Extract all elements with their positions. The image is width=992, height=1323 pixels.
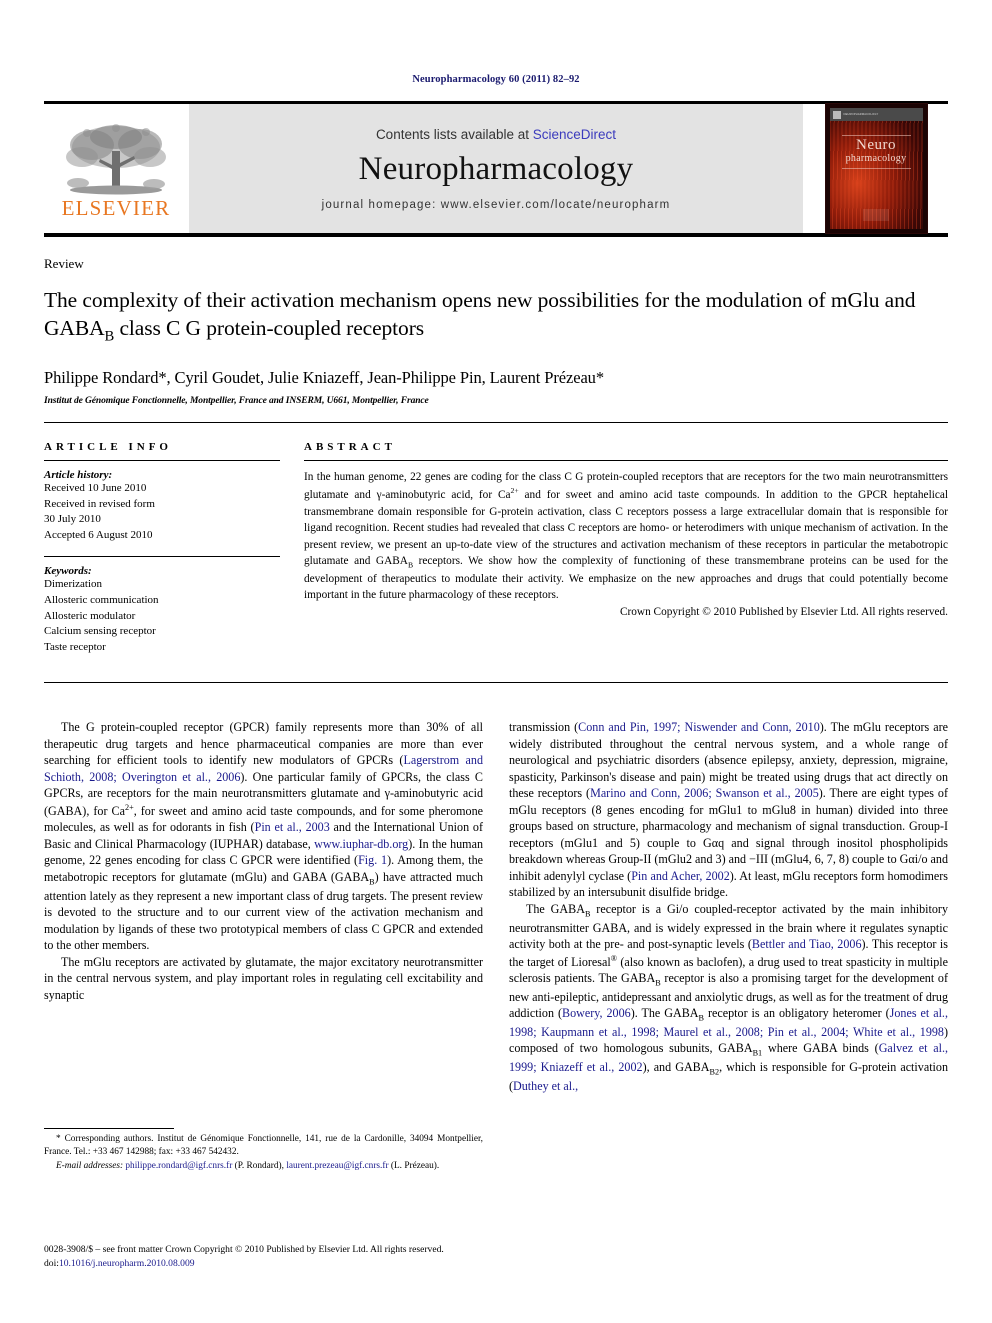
article-history-block: Article history: Received 10 June 2010 R… (44, 469, 280, 543)
cover-art: NEUROPHARMACOLOGY Neuro pharmacology (824, 103, 928, 234)
info-abstract-row: ARTICLE INFO Article history: Received 1… (44, 441, 948, 668)
page-footer: 0028-3908/$ – see front matter Crown Cop… (44, 1243, 644, 1272)
journal-title: Neuropharmacology (358, 150, 634, 187)
text-seg: (P. Rondard), (232, 1160, 287, 1171)
keyword-item: Allosteric communication (44, 594, 159, 607)
cover-topbar-text: NEUROPHARMACOLOGY (843, 113, 879, 116)
running-head: Neuropharmacology 60 (2011) 82–92 (412, 74, 580, 85)
abstract-heading: ABSTRACT (304, 440, 396, 453)
history-line: Accepted 6 August 2010 (44, 528, 153, 541)
cover-publisher-mark (832, 110, 841, 119)
paragraph: The GABAB receptor is a Gi/o coupled-rec… (509, 901, 948, 1094)
cover-rule-top (841, 135, 911, 136)
superscript: 2+ (124, 802, 134, 812)
keywords-rule (44, 556, 280, 558)
footnote-address: * Corresponding authors. Institut de Gén… (44, 1134, 483, 1158)
journal-cover-thumbnail: NEUROPHARMACOLOGY Neuro pharmacology (804, 103, 948, 234)
keyword-item: Calcium sensing receptor (44, 625, 156, 638)
cover-rule-bottom (841, 168, 911, 169)
email-link[interactable]: laurent.prezeau@igf.cnrs.fr (286, 1161, 388, 1171)
page-title: The complexity of their activation mecha… (44, 286, 948, 347)
text-seg: where GABA binds ( (762, 1041, 879, 1056)
subscript: B1 (752, 1048, 763, 1058)
cover-title-line1: Neuro (856, 137, 896, 153)
abstract-superscript: 2+ (510, 486, 519, 496)
cover-topbar: NEUROPHARMACOLOGY (829, 108, 923, 121)
elsevier-tree-icon (66, 123, 166, 194)
doi-prefix: doi: (44, 1258, 59, 1270)
elsevier-logo: ELSEVIER (44, 104, 188, 233)
keyword-item: Taste receptor (44, 640, 106, 653)
paragraph: The mGlu receptors are activated by glut… (44, 954, 483, 1002)
title-part-2: class C G protein-coupled receptors (114, 316, 425, 341)
text-seg: (L. Prézeau). (388, 1160, 440, 1171)
author-list: Philippe Rondard*, Cyril Goudet, Julie K… (44, 367, 604, 387)
paragraph: transmission (Conn and Pin, 1997; Niswen… (509, 719, 948, 901)
text-seg: transmission ( (509, 720, 579, 735)
keywords-label: Keywords: (44, 565, 92, 578)
email-link[interactable]: philippe.rondard@igf.cnrs.fr (125, 1161, 232, 1171)
elsevier-wordmark: ELSEVIER (61, 195, 171, 220)
article-info-heading: ARTICLE INFO (44, 440, 172, 453)
text-seg: The GABA (526, 901, 585, 916)
journal-homepage[interactable]: journal homepage: www.elsevier.com/locat… (322, 199, 671, 211)
contents-available-line: Contents lists available at ScienceDirec… (376, 127, 616, 142)
issn-copyright-line: 0028-3908/$ – see front matter Crown Cop… (44, 1244, 444, 1255)
abstract-rule (304, 459, 948, 461)
citation-link[interactable]: Bettler and Tiao, 2006 (752, 937, 862, 951)
body-column-right: transmission (Conn and Pin, 1997; Niswen… (509, 719, 948, 1217)
journal-masthead: ELSEVIER Contents lists available at Sci… (44, 101, 948, 237)
citation-link[interactable]: Marino and Conn, 2006; Swanson et al., 2… (590, 786, 819, 800)
keyword-item: Allosteric modulator (44, 609, 136, 622)
figure-link[interactable]: Fig. 1 (358, 853, 387, 867)
masthead-center: Contents lists available at ScienceDirec… (188, 104, 804, 233)
article-info-rule (44, 459, 280, 461)
abstract-bottom-divider (44, 682, 948, 684)
citation-link[interactable]: Pin and Acher, 2002 (631, 869, 730, 883)
history-line: 30 July 2010 (44, 513, 101, 526)
keyword-item: Dimerization (44, 578, 103, 591)
text-seg: ). The GABA (630, 1006, 699, 1021)
abstract-column: ABSTRACT In the human genome, 22 genes a… (304, 441, 948, 668)
subscript: B2 (709, 1067, 720, 1077)
paragraph: The G protein-coupled receptor (GPCR) fa… (44, 719, 483, 953)
footnote-emails: E-mail addresses: philippe.rondard@igf.c… (44, 1160, 483, 1173)
cover-title: Neuro pharmacology (826, 137, 927, 164)
article-info-column: ARTICLE INFO Article history: Received 1… (44, 441, 304, 668)
article-type: Review (44, 256, 84, 271)
email-label: E-mail addresses: (56, 1160, 124, 1171)
citation-link[interactable]: Bowery, 2006 (562, 1006, 631, 1020)
doi-link[interactable]: 10.1016/j.neuropharm.2010.08.009 (59, 1258, 195, 1269)
abstract-text: In the human genome, 22 genes are coding… (304, 469, 948, 604)
history-line: Received 10 June 2010 (44, 481, 147, 494)
text-seg: ), and GABA (642, 1060, 710, 1075)
affiliation: Institut de Génomique Fonctionnelle, Mon… (44, 395, 429, 406)
contents-prefix: Contents lists available at (375, 126, 533, 142)
title-subscript: B (104, 328, 115, 345)
cover-title-line2: pharmacology (845, 152, 907, 164)
article-history-label: Article history: (44, 468, 113, 481)
citation-link[interactable]: Conn and Pin, 1997; Niswender and Conn, … (578, 720, 820, 734)
corresponding-author-footnote: * Corresponding authors. Institut de Gén… (44, 1128, 483, 1173)
keywords-block: Keywords: Dimerization Allosteric commun… (44, 565, 280, 655)
citation-link[interactable]: Duthey et al., (513, 1079, 578, 1093)
doi-line: doi:10.1016/j.neuropharm.2010.08.009 (44, 1257, 644, 1271)
footnote-rule (44, 1128, 174, 1129)
citation-link[interactable]: Pin et al., 2003 (255, 820, 330, 834)
cover-society-badge (863, 209, 889, 221)
article-page: Neuropharmacology 60 (2011) 82–92 ELSEVI… (0, 0, 992, 1323)
history-line: Received in revised form (44, 497, 155, 510)
text-seg: receptor is an obligatory heteromer ( (704, 1006, 890, 1021)
head-divider (44, 421, 948, 423)
abstract-copyright: Crown Copyright © 2010 Published by Else… (619, 605, 948, 618)
external-link[interactable]: www.iuphar-db.org (314, 837, 408, 851)
sciencedirect-link[interactable]: ScienceDirect (533, 127, 616, 142)
